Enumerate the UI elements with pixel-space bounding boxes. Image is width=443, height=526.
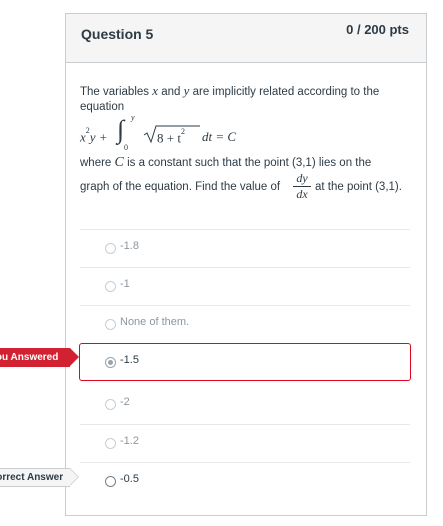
eq-x: x [80,129,86,145]
eq-y-plus: y + [89,129,108,145]
eq-rhs: dt = C [202,129,237,144]
answer-label: -1.8 [120,240,139,252]
derivative-fraction: dy dx [293,172,311,201]
text-intro: The variables [80,86,150,98]
answer-label: -2 [120,396,130,408]
frac-numerator: dy [296,171,308,185]
question-header: Question 5 0 / 200 pts [66,14,426,63]
text-line5-end: at the point (3,1). [315,181,402,193]
answer-option[interactable]: -1 [80,267,410,305]
answer-label: -1.5 [120,354,139,366]
answer-option-selected[interactable]: -1.5 [79,343,411,381]
you-answered-text: You Answered [0,352,59,363]
radio-button[interactable] [105,476,116,487]
answer-label: None of them. [120,316,190,328]
equation: x2y + [80,126,108,146]
sqrt-power: 2 [180,127,185,136]
radio-button-selected[interactable] [105,357,116,368]
radio-button[interactable] [105,438,116,449]
question-points: 0 / 200 pts [346,22,409,37]
var-y: y [183,83,190,98]
answer-label: -0.5 [120,473,139,485]
correct-answer-flag: Correct Answer [0,468,79,487]
answer-option-correct[interactable]: -0.5 [80,462,410,500]
answer-option[interactable]: -2 [80,386,410,424]
answer-label: -1 [120,278,130,290]
sqrt-content: 8 + t2 [157,127,185,147]
answer-option[interactable]: -1.2 [80,424,410,462]
text-line1-end: are implicitly related according to the [192,86,380,98]
integral-sign: ∫ [117,115,125,144]
radio-button[interactable] [105,319,116,330]
text-line5-start: graph of the equation. Find the value of [80,181,281,193]
eq-x-power: 2 [85,126,90,135]
var-x: x [152,83,159,98]
const-c: C [114,155,124,170]
text-line4-end: is a constant such that the point (3,1) … [127,157,372,169]
text-equation-label: equation [80,101,125,113]
integral-lower-limit: 0 [124,143,128,152]
sqrt-8-plus: 8 + t [157,130,181,146]
answer-label: -1.2 [120,435,139,447]
correct-answer-text: Correct Answer [0,472,64,483]
radio-button[interactable] [105,281,116,292]
text-where: where [80,157,112,169]
you-answered-flag: You Answered [0,348,79,367]
question-title: Question 5 [81,26,154,42]
text-and: and [161,86,181,98]
radio-button[interactable] [105,243,116,254]
radio-button[interactable] [105,399,116,410]
answer-option[interactable]: None of them. [80,305,410,343]
frac-denominator: dx [296,187,308,201]
answer-option[interactable]: -1.8 [80,229,410,267]
integral-upper-limit: y [131,113,135,122]
